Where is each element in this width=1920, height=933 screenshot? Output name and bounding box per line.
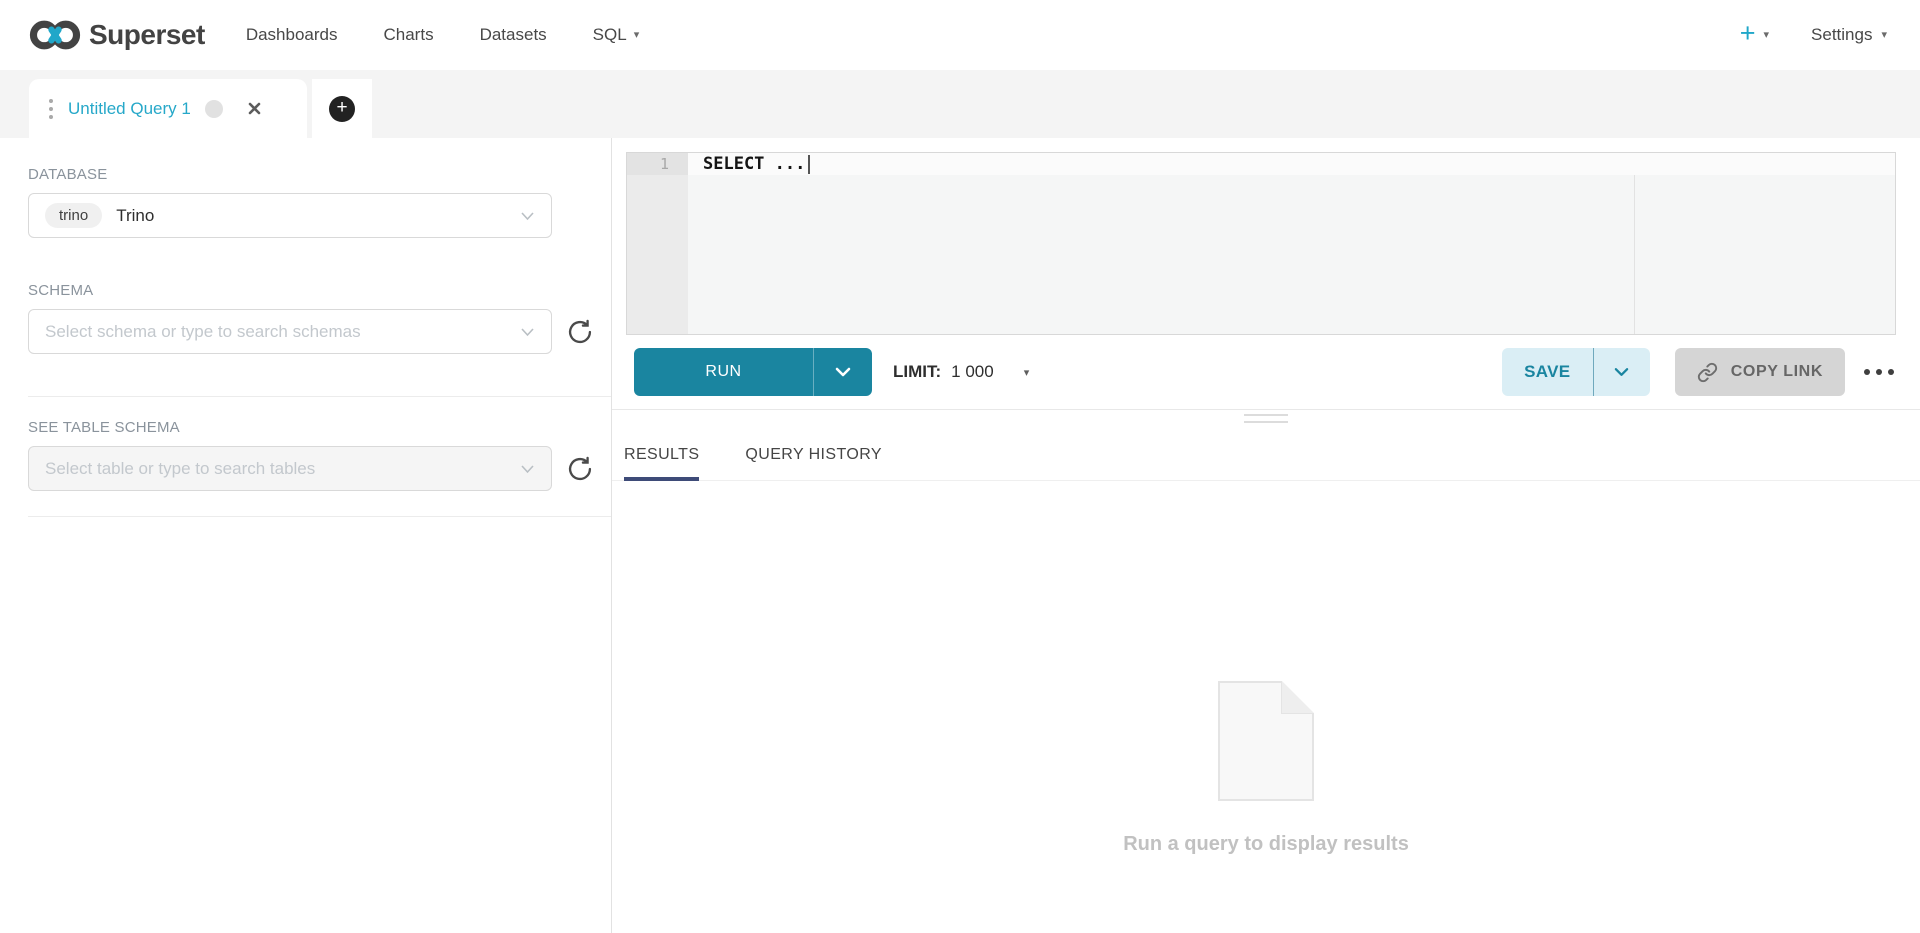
- text-cursor: [808, 155, 810, 174]
- main-area: DATABASE trino Trino SCHEMA Select schem…: [0, 138, 1920, 933]
- table-select[interactable]: Select table or type to search tables: [28, 446, 552, 491]
- editor-toolbar: RUN LIMIT: 1 000 ▾ SAVE: [612, 335, 1920, 410]
- divider: [28, 396, 611, 397]
- add-tab-section: +: [312, 79, 372, 138]
- empty-document-icon: [1218, 681, 1314, 801]
- table-placeholder: Select table or type to search tables: [45, 459, 315, 479]
- table-schema-label: SEE TABLE SCHEMA: [28, 419, 611, 436]
- superset-infinity-icon: [29, 17, 81, 53]
- nav-right: + ▾ Settings ▾: [1740, 23, 1887, 47]
- nav-menu: Dashboards Charts Datasets SQL ▾: [223, 0, 662, 70]
- drag-handle-icon[interactable]: [47, 95, 55, 123]
- add-tab-button[interactable]: +: [329, 96, 355, 122]
- more-actions-icon[interactable]: [1862, 363, 1896, 381]
- sql-code-editor[interactable]: 1 SELECT ...: [626, 152, 1896, 335]
- limit-value: 1 000: [951, 362, 994, 382]
- caret-down-icon: ▾: [1764, 30, 1770, 41]
- row-limit-control[interactable]: LIMIT: 1 000 ▾: [893, 362, 1029, 382]
- link-icon: [1697, 362, 1718, 383]
- schema-select[interactable]: Select schema or type to search schemas: [28, 309, 552, 354]
- query-tabbar: Untitled Query 1 +: [0, 70, 1920, 138]
- query-tab-title: Untitled Query 1: [68, 99, 191, 119]
- caret-down-icon: ▾: [634, 30, 640, 41]
- chevron-down-icon: [520, 464, 535, 474]
- nav-item-sql[interactable]: SQL ▾: [570, 0, 663, 70]
- copy-link-button[interactable]: COPY LINK: [1675, 348, 1845, 396]
- brand-name: Superset: [89, 19, 205, 51]
- editor-gutter: 1: [627, 153, 688, 334]
- sql-editor-pane: 1 SELECT ... RUN LIMIT: 1 000 ▾: [612, 138, 1920, 933]
- query-status-dot: [205, 100, 223, 118]
- schema-placeholder: Select schema or type to search schemas: [45, 322, 361, 342]
- nav-item-dashboards[interactable]: Dashboards: [223, 0, 361, 70]
- database-label: DATABASE: [28, 166, 611, 183]
- run-button[interactable]: RUN: [634, 348, 872, 396]
- results-tabbar: RESULTS QUERY HISTORY: [612, 426, 1920, 481]
- editor-code-area[interactable]: SELECT ...: [688, 153, 1895, 334]
- divider: [28, 516, 611, 517]
- save-button[interactable]: SAVE: [1502, 348, 1650, 396]
- editor-active-line: SELECT ...: [688, 153, 1895, 175]
- database-select[interactable]: trino Trino: [28, 193, 552, 238]
- database-type-badge: trino: [45, 203, 102, 228]
- results-empty-state: Run a query to display results: [612, 481, 1920, 933]
- copy-link-label: COPY LINK: [1731, 363, 1823, 381]
- nav-item-datasets[interactable]: Datasets: [457, 0, 570, 70]
- run-button-label[interactable]: RUN: [634, 348, 813, 396]
- tab-results[interactable]: RESULTS: [624, 436, 699, 481]
- navbar: Superset Dashboards Charts Datasets SQL …: [0, 0, 1920, 70]
- run-options-button[interactable]: [813, 348, 872, 396]
- chevron-down-icon: [520, 327, 535, 337]
- save-options-button[interactable]: [1593, 348, 1650, 396]
- schema-label: SCHEMA: [28, 282, 611, 299]
- print-margin-line: [1634, 175, 1635, 334]
- superset-logo[interactable]: Superset: [29, 17, 205, 53]
- line-number: 1: [627, 153, 688, 175]
- limit-label: LIMIT:: [893, 362, 941, 382]
- close-tab-icon[interactable]: [247, 101, 262, 116]
- caret-down-icon: ▾: [1024, 366, 1030, 379]
- save-button-label[interactable]: SAVE: [1502, 348, 1593, 396]
- sql-rest: ...: [764, 154, 805, 174]
- database-name: Trino: [116, 206, 154, 226]
- query-tab-active[interactable]: Untitled Query 1: [29, 79, 307, 138]
- plus-icon: +: [1740, 20, 1756, 47]
- editor-wrap: 1 SELECT ...: [612, 138, 1920, 335]
- toolbar-right: SAVE COPY LINK: [1502, 348, 1896, 396]
- empty-state-message: Run a query to display results: [1123, 833, 1409, 856]
- settings-menu[interactable]: Settings ▾: [1811, 25, 1887, 45]
- sql-lab-left-panel: DATABASE trino Trino SCHEMA Select schem…: [0, 138, 612, 933]
- caret-down-icon: ▾: [1881, 30, 1887, 41]
- pane-resize-handle[interactable]: [612, 410, 1920, 426]
- tab-query-history[interactable]: QUERY HISTORY: [745, 436, 882, 481]
- refresh-schemas-icon[interactable]: [566, 318, 594, 346]
- new-item-menu[interactable]: + ▾: [1740, 23, 1769, 47]
- refresh-tables-icon[interactable]: [566, 455, 594, 483]
- sql-keyword: SELECT: [703, 154, 764, 174]
- nav-item-charts[interactable]: Charts: [361, 0, 457, 70]
- chevron-down-icon: [520, 211, 535, 221]
